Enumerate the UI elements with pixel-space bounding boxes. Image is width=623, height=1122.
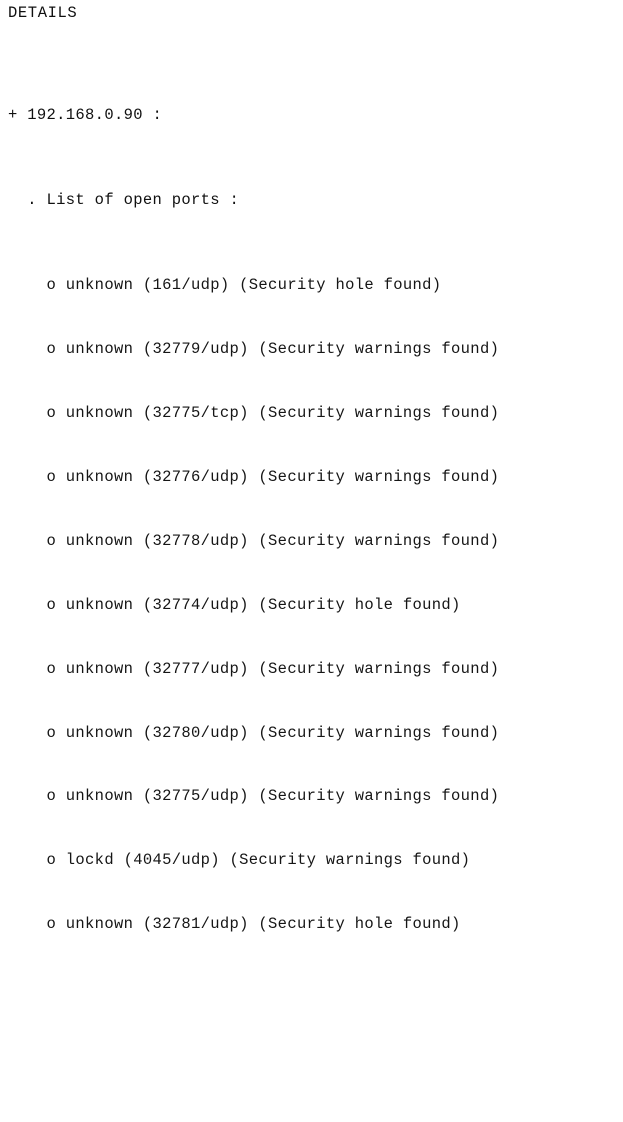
port-list-item[interactable]: o unknown (32774/udp) (Security hole fou…	[0, 595, 623, 616]
port-list-item[interactable]: o unknown (32777/udp) (Security warnings…	[0, 659, 623, 680]
port-list-item[interactable]: o unknown (32780/udp) (Security warnings…	[0, 723, 623, 744]
page-title: DETAILS	[8, 4, 78, 22]
port-list-item[interactable]: o unknown (32775/tcp) (Security warnings…	[0, 403, 623, 424]
port-list-item[interactable]: o unknown (32775/udp) (Security warnings…	[0, 786, 623, 807]
host-entry-192-168-0-90[interactable]: + 192.168.0.90 :	[0, 105, 623, 126]
open-ports-group-header[interactable]: . List of open ports :	[0, 190, 623, 211]
details-report: DETAILS + 192.168.0.90 : . List of open …	[0, 0, 623, 933]
port-list-item[interactable]: o unknown (161/udp) (Security hole found…	[0, 275, 623, 296]
port-list-item[interactable]: o lockd (4045/udp) (Security warnings fo…	[0, 850, 623, 871]
report-body: + 192.168.0.90 : . List of open ports : …	[0, 41, 623, 1122]
port-list-item[interactable]: o unknown (32776/udp) (Security warnings…	[0, 467, 623, 488]
port-list-item[interactable]: o unknown (32779/udp) (Security warnings…	[0, 339, 623, 360]
port-list-item[interactable]: o unknown (32778/udp) (Security warnings…	[0, 531, 623, 552]
port-list-item[interactable]: o unknown (32781/udp) (Security hole fou…	[0, 914, 623, 935]
